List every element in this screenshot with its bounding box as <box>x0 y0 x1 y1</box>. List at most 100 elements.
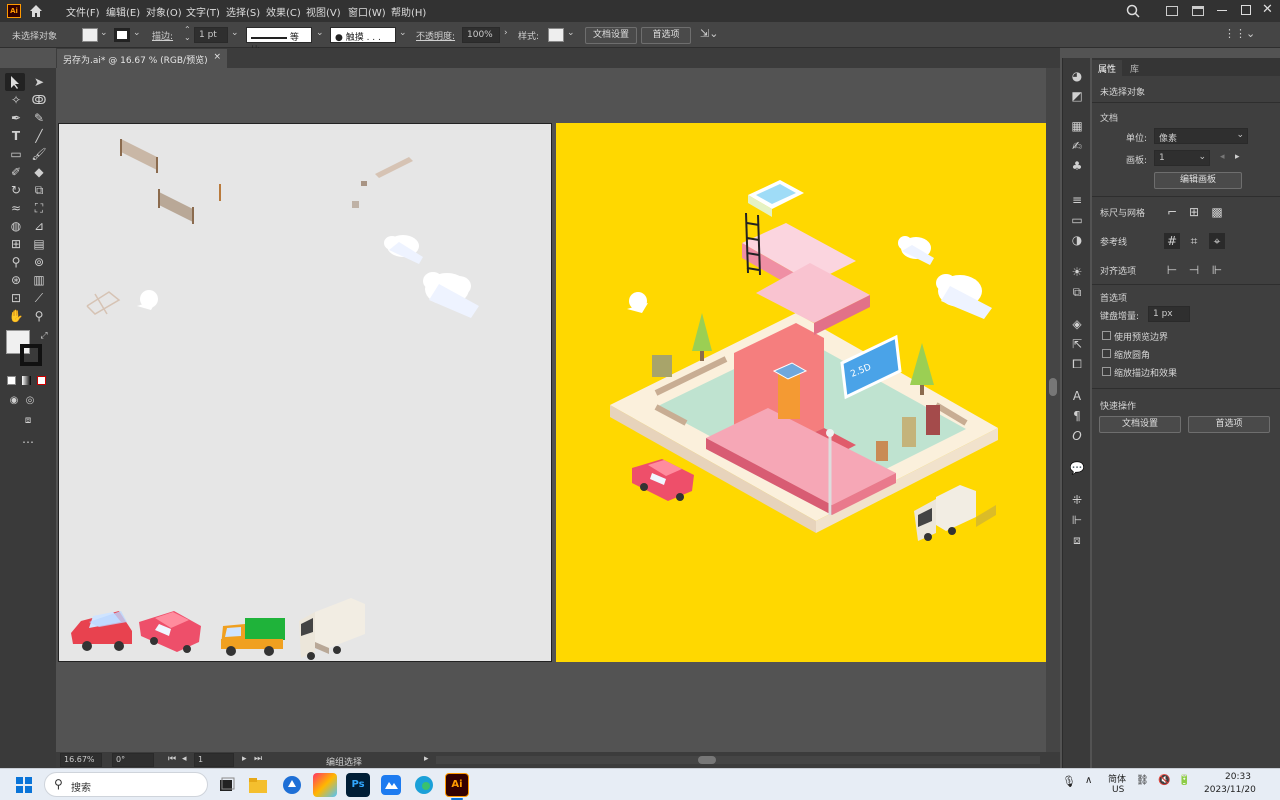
document-setup-button[interactable]: 文档设置 <box>585 27 637 44</box>
microphone-icon[interactable]: 🎙 <box>1062 775 1076 788</box>
preferences-button[interactable]: 首选项 <box>641 27 691 44</box>
color-mode-icon[interactable] <box>7 376 16 385</box>
clock-time[interactable]: 20:33 <box>1225 772 1251 782</box>
character-icon[interactable]: A <box>1069 388 1085 404</box>
shaper-tool-icon[interactable]: ✐ <box>8 164 24 180</box>
brushes-icon[interactable]: ✍ <box>1069 138 1085 154</box>
scale-strokes-checkbox[interactable] <box>1102 367 1111 376</box>
chevron-down-icon[interactable]: ⌄ <box>231 28 239 38</box>
fence-rail[interactable] <box>375 157 413 178</box>
search-icon[interactable] <box>1126 4 1140 18</box>
comments-icon[interactable]: 💬 <box>1069 460 1085 476</box>
align-panel-icon[interactable]: ⊩ <box>1069 512 1085 528</box>
last-artboard-icon[interactable]: ⏭ <box>254 754 262 764</box>
tree[interactable] <box>692 313 712 361</box>
quick-document-setup-button[interactable]: 文档设置 <box>1099 416 1181 433</box>
menu-select[interactable]: 选择(S) <box>226 4 260 19</box>
app-blue-icon[interactable] <box>280 773 304 797</box>
orange-door[interactable] <box>778 373 800 419</box>
ime-layout[interactable]: US <box>1112 785 1124 795</box>
selection-tool-icon[interactable] <box>5 73 25 91</box>
artboards-panel-icon[interactable]: ⧠ <box>1069 356 1085 372</box>
trash-bin[interactable] <box>902 417 916 447</box>
clock-date[interactable]: 2023/11/20 <box>1204 785 1256 795</box>
tray-chevron-icon[interactable]: ∧ <box>1085 775 1092 786</box>
align-to-key-object-icon[interactable]: ⊣ <box>1186 262 1202 278</box>
swatches-icon[interactable]: ▦ <box>1069 118 1085 134</box>
stroke-swatch[interactable] <box>114 28 130 42</box>
chevron-down-icon[interactable]: ⌄ <box>133 28 141 38</box>
shape-builder-icon[interactable]: ◍ <box>8 218 24 234</box>
creative-cloud-icon[interactable] <box>313 773 337 797</box>
scale-tool-icon[interactable]: ⧉ <box>31 182 47 198</box>
trash-bin[interactable] <box>652 355 672 377</box>
app-cloud-icon[interactable] <box>379 773 403 797</box>
artboard-select[interactable]: 1 ⌄ <box>1154 150 1210 166</box>
artboard-2[interactable]: 2.5D <box>556 123 1047 662</box>
battery-icon[interactable]: 🔋 <box>1178 775 1190 786</box>
artboard-tool-icon[interactable]: ⊡ <box>8 290 24 306</box>
cloud[interactable] <box>384 235 423 264</box>
opacity-field[interactable]: 100% <box>462 27 500 43</box>
units-select[interactable]: 像素 ⌄ <box>1154 128 1248 144</box>
stepper-icon[interactable]: ⌃ ⌄ <box>184 26 191 42</box>
rulers-icon[interactable]: ⌐ <box>1164 204 1180 220</box>
zoom-field[interactable]: 16.67% <box>60 753 102 767</box>
smart-guides-icon[interactable]: ⌖ <box>1209 233 1225 249</box>
width-tool-icon[interactable]: ≈ <box>8 200 24 216</box>
graphic-styles-icon[interactable]: ⧉ <box>1069 284 1085 300</box>
color-guide-icon[interactable]: ◩ <box>1069 88 1085 104</box>
green-truck[interactable] <box>221 618 285 656</box>
layers-icon[interactable]: ◈ <box>1069 316 1085 332</box>
column-graph-icon[interactable]: ▥ <box>31 272 47 288</box>
rectangle-tool-icon[interactable]: ▭ <box>8 146 24 162</box>
prev-artboard-icon[interactable]: ◂ <box>1220 152 1225 162</box>
chevron-down-icon[interactable]: ⌄ <box>316 28 324 38</box>
pen-tool-icon[interactable]: ✒ <box>8 110 24 126</box>
menu-window[interactable]: 窗口(W) <box>348 4 386 19</box>
volume-icon[interactable]: 🔇 <box>1158 775 1170 786</box>
panel-options-icon[interactable]: ⋮⋮⌄ <box>1224 27 1255 40</box>
prev-artboard-icon[interactable]: ◂ <box>182 754 187 764</box>
stroke-color-box[interactable] <box>20 344 42 366</box>
vertical-scrollbar[interactable] <box>1046 68 1060 752</box>
tab-libraries[interactable]: 库 <box>1124 60 1145 77</box>
taskbar-search-box[interactable]: ⚲ 搜索 <box>44 772 208 797</box>
export-icon[interactable]: ⇱ <box>1069 336 1085 352</box>
first-artboard-icon[interactable]: ⏮ <box>168 754 176 764</box>
slice-tool-icon[interactable]: ⟋ <box>31 290 47 306</box>
align-to-selection-icon[interactable]: ⊢ <box>1164 262 1180 278</box>
menu-view[interactable]: 视图(V) <box>306 4 341 19</box>
gradient-tool-icon[interactable]: ▤ <box>31 236 47 252</box>
small-block[interactable] <box>352 201 359 208</box>
fence-piece[interactable] <box>158 189 194 224</box>
direct-selection-tool-icon[interactable]: ➤ <box>31 74 47 90</box>
task-view-icon[interactable] <box>214 773 238 797</box>
appearance-icon[interactable]: ☀ <box>1069 264 1085 280</box>
hand-tool-icon[interactable]: ✋ <box>8 308 24 324</box>
style-swatch[interactable] <box>548 28 564 42</box>
horizontal-scrollbar[interactable] <box>436 756 1040 764</box>
status-arrow-icon[interactable]: ▸ <box>424 754 429 764</box>
close-icon[interactable]: ✕ <box>1262 2 1273 17</box>
none-mode-icon[interactable] <box>37 376 46 385</box>
grid-icon[interactable]: ⊞ <box>1186 204 1202 220</box>
quick-preferences-button[interactable]: 首选项 <box>1188 416 1270 433</box>
white-van[interactable] <box>299 598 365 660</box>
next-artboard-icon[interactable]: ▸ <box>242 754 247 764</box>
gradient-mode-icon[interactable] <box>22 376 31 385</box>
status-text[interactable]: 编组选择 <box>326 755 362 768</box>
keyboard-increment-field[interactable]: 1 px <box>1148 306 1190 322</box>
file-explorer-icon[interactable] <box>246 773 270 797</box>
curvature-tool-icon[interactable]: ✎ <box>31 110 47 126</box>
draw-behind-icon[interactable]: ◎ <box>22 393 38 409</box>
arrange-icon[interactable]: ⇲⌄ <box>700 27 718 40</box>
stroke-panel-icon[interactable]: ≡ <box>1069 192 1085 208</box>
chevron-down-icon[interactable]: ⌄ <box>567 28 575 38</box>
line-tool-icon[interactable]: ╱ <box>31 128 47 144</box>
small-block[interactable] <box>361 181 367 186</box>
eraser-icon[interactable]: ◆ <box>31 164 47 180</box>
symbols-icon[interactable]: ♣ <box>1069 158 1085 174</box>
menu-object[interactable]: 对象(O) <box>146 4 182 19</box>
chevron-down-icon[interactable]: ⌄ <box>100 28 108 38</box>
